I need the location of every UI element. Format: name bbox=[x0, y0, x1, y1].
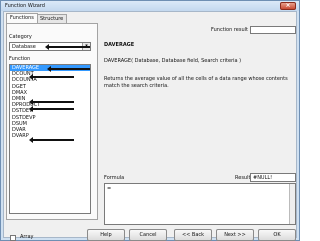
function-name: DAVERAGE bbox=[104, 42, 135, 48]
arrow-left-icon bbox=[47, 66, 90, 72]
window-title: Function Wizard bbox=[5, 3, 45, 9]
function-result-field bbox=[250, 26, 296, 34]
back-button[interactable]: << Back bbox=[174, 229, 212, 241]
function-label: Function bbox=[9, 56, 31, 62]
arrow-left-icon bbox=[29, 99, 74, 105]
cancel-button[interactable]: Cancel bbox=[129, 229, 167, 241]
dialog-body: Functions Structure Category Database ▾ … bbox=[3, 11, 297, 241]
result-field: #NULL! bbox=[250, 173, 296, 182]
title-bar: Function Wizard × bbox=[1, 1, 299, 11]
ok-button[interactable]: OK bbox=[258, 229, 296, 241]
tab-functions[interactable]: Functions bbox=[6, 13, 38, 23]
arrow-left-icon bbox=[29, 74, 74, 80]
tab-structure[interactable]: Structure bbox=[36, 14, 68, 23]
result-label: Result bbox=[235, 175, 251, 181]
next-button[interactable]: Next >> bbox=[216, 229, 254, 241]
formula-text: = bbox=[107, 186, 112, 192]
function-result-label: Function result bbox=[211, 27, 249, 33]
array-label: Array bbox=[20, 234, 34, 240]
arrow-left-icon bbox=[45, 44, 90, 50]
formula-input[interactable]: = bbox=[104, 183, 296, 225]
formula-scrollbar[interactable] bbox=[289, 184, 295, 224]
function-syntax: DAVERAGE( Database, Database field, Sear… bbox=[104, 58, 242, 64]
category-label: Category bbox=[9, 34, 32, 40]
arrow-left-icon bbox=[29, 106, 74, 112]
function-wizard-window: Function Wizard × Functions Structure Ca… bbox=[0, 0, 300, 241]
help-button[interactable]: Help bbox=[87, 229, 125, 241]
close-button[interactable]: × bbox=[280, 2, 296, 10]
category-value: Database bbox=[12, 44, 36, 50]
formula-label: Formula bbox=[104, 175, 125, 181]
function-description: Returns the average value of all the cel… bbox=[104, 76, 288, 89]
array-checkbox[interactable] bbox=[10, 235, 16, 241]
arrow-left-icon bbox=[29, 137, 74, 143]
